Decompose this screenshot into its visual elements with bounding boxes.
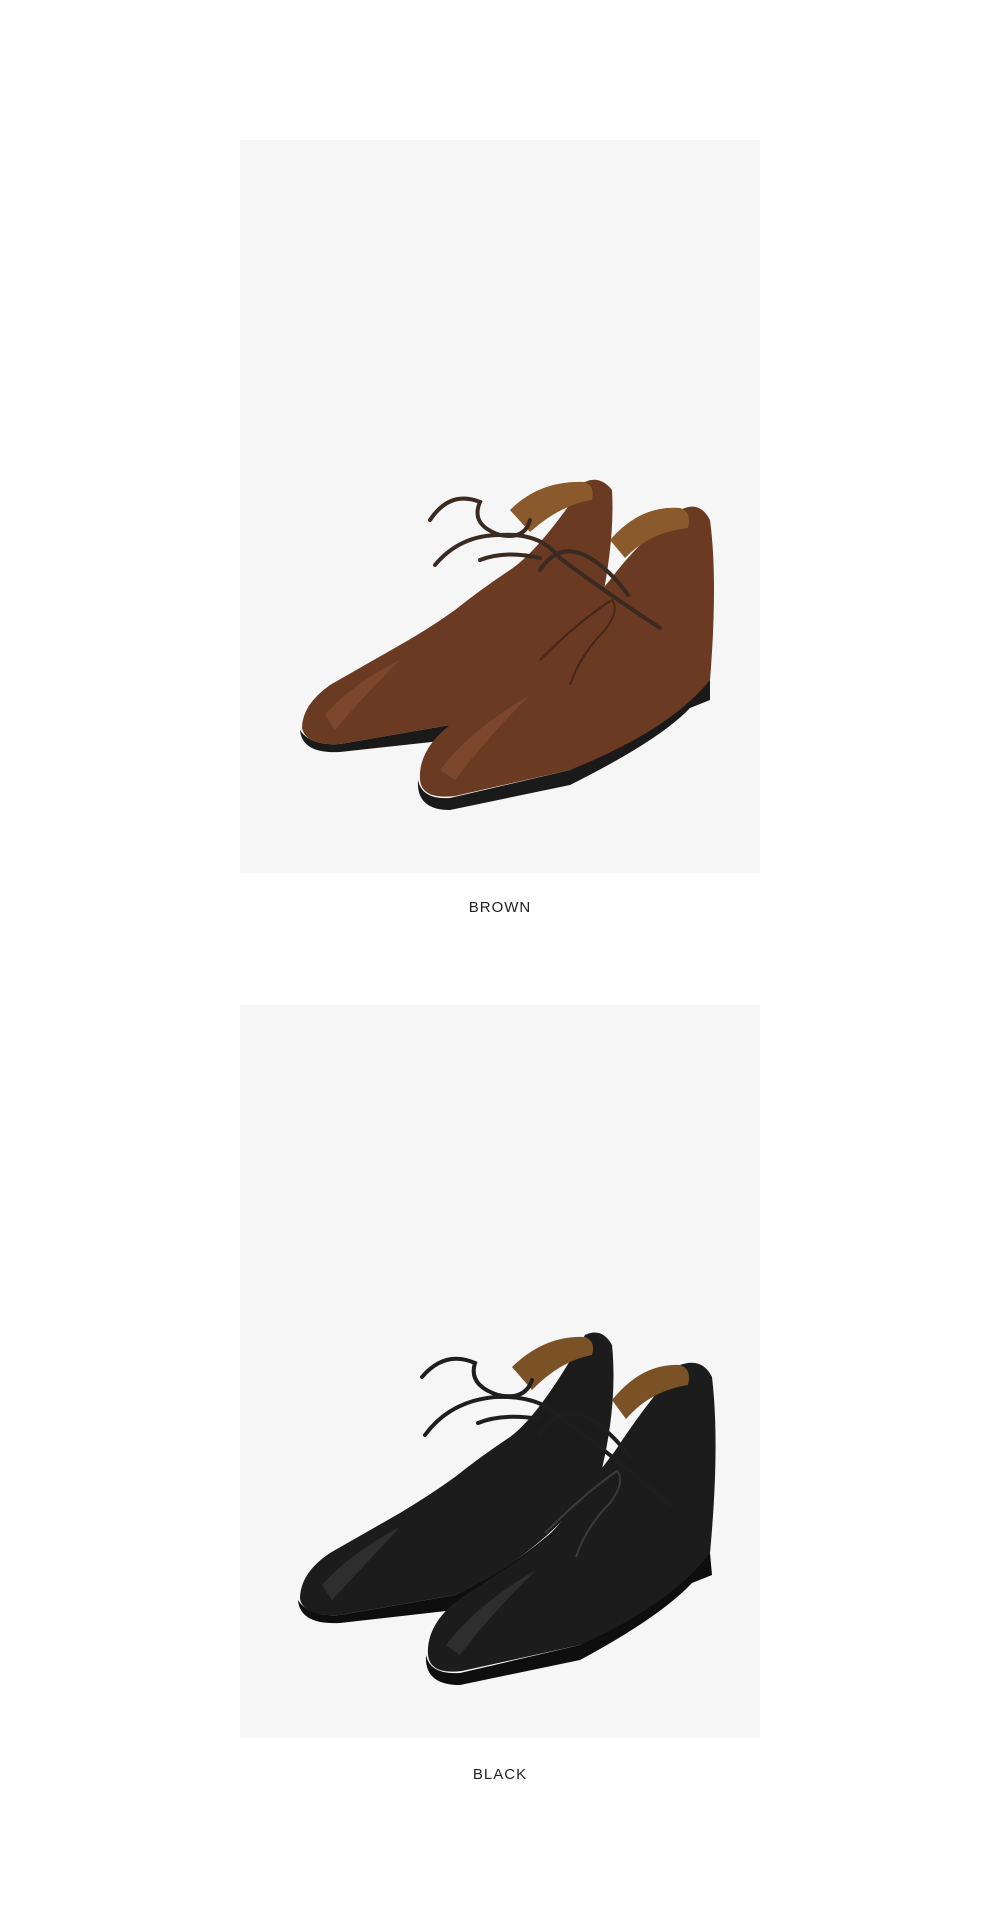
color-label-brown: BROWN <box>468 899 532 916</box>
black-oxford-shoes-illustration <box>298 1332 716 1685</box>
product-image-brown <box>240 140 760 873</box>
product-image-black <box>240 1005 760 1738</box>
brown-oxford-shoes-illustration <box>300 479 714 810</box>
color-label-black: BLACK <box>472 1766 528 1783</box>
